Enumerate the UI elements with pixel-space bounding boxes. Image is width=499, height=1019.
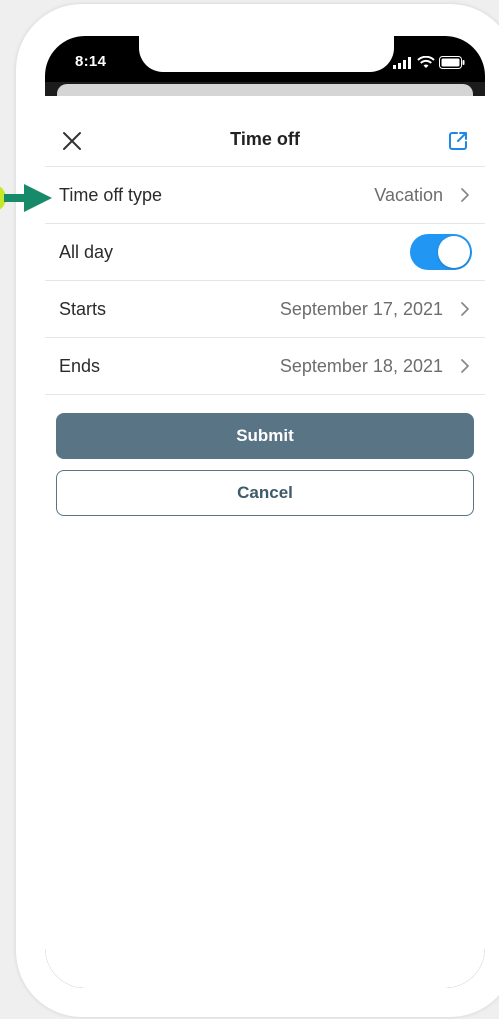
chevron-right-icon (461, 359, 469, 373)
row-label: Time off type (59, 184, 163, 205)
row-time-off-type[interactable]: Time off type Vacation (45, 167, 485, 224)
annotation-arrow-icon (0, 184, 52, 212)
cancel-button[interactable]: Cancel (56, 470, 474, 516)
row-label: All day (59, 241, 114, 262)
status-time: 8:14 (75, 53, 107, 70)
row-all-day: All day (45, 224, 485, 281)
page-title: Time off (230, 129, 300, 149)
row-value: September 18, 2021 (279, 355, 443, 376)
status-icons (393, 56, 465, 69)
battery-icon (439, 56, 465, 69)
time-off-sheet: Time off Time off type Vacation All day … (45, 96, 485, 988)
wifi-icon (417, 56, 435, 68)
nav-bar: Time off (45, 96, 485, 167)
external-link-icon[interactable] (446, 129, 470, 153)
all-day-toggle[interactable] (410, 234, 472, 270)
phone-notch (139, 36, 394, 72)
row-value: September 17, 2021 (279, 298, 443, 319)
submit-button[interactable]: Submit (56, 413, 474, 459)
row-label: Ends (59, 355, 101, 376)
signal-icon (393, 56, 411, 69)
row-ends[interactable]: Ends September 18, 2021 (45, 338, 485, 395)
toggle-knob (438, 236, 470, 268)
row-label: Starts (59, 298, 107, 319)
chevron-right-icon (461, 302, 469, 316)
row-starts[interactable]: Starts September 17, 2021 (45, 281, 485, 338)
chevron-right-icon (461, 188, 469, 202)
row-value: Vacation (374, 184, 443, 205)
